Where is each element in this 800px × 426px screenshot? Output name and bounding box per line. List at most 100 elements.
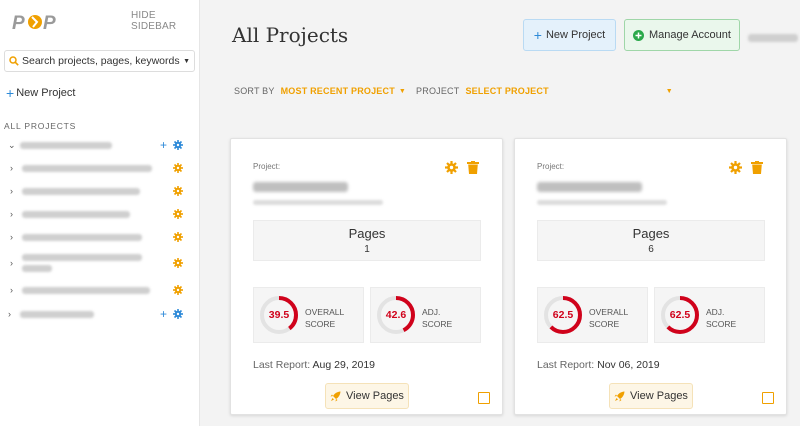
chevron-down-icon[interactable]: ⌄ xyxy=(8,140,18,151)
view-pages-button[interactable]: View Pages xyxy=(325,383,409,409)
sidebar-page-row[interactable]: › xyxy=(0,280,200,300)
chevron-right-icon[interactable]: › xyxy=(10,209,20,219)
last-report-date: Aug 29, 2019 xyxy=(312,359,376,371)
trash-icon[interactable] xyxy=(751,161,763,174)
sidebar-page-row[interactable]: › xyxy=(0,204,200,224)
redacted-page-name xyxy=(22,187,140,195)
last-report: Last Report: Nov 06, 2019 xyxy=(537,359,660,371)
sidebar-page-row[interactable]: › xyxy=(0,181,200,201)
redacted-project-url xyxy=(537,200,667,205)
project-filter-label: PROJECT xyxy=(416,86,460,96)
view-pages-label: View Pages xyxy=(346,390,404,402)
sidebar-page-row[interactable]: › xyxy=(0,250,200,276)
sidebar-project-row[interactable]: › + xyxy=(0,304,200,324)
chevron-right-icon[interactable]: › xyxy=(10,232,20,242)
gear-icon[interactable] xyxy=(729,161,742,174)
sidebar-page-row[interactable]: › xyxy=(0,158,200,178)
svg-text:P: P xyxy=(43,13,56,34)
redacted-project-name xyxy=(253,182,348,192)
trash-icon[interactable] xyxy=(467,161,479,174)
project-label: Project: xyxy=(253,162,281,171)
gear-icon[interactable] xyxy=(173,258,183,268)
redacted-page-name xyxy=(22,210,130,218)
gear-icon[interactable] xyxy=(445,161,458,174)
pages-count-box: Pages 1 xyxy=(253,220,481,261)
last-report: Last Report: Aug 29, 2019 xyxy=(253,359,376,371)
manage-account-button[interactable]: Manage Account xyxy=(624,19,740,51)
redacted-user-name[interactable] xyxy=(748,34,798,42)
redacted-project-url xyxy=(253,200,383,205)
sort-bar: SORT BY MOST RECENT PROJECT ▼ PROJECT SE… xyxy=(234,86,673,96)
last-report-date: Nov 06, 2019 xyxy=(597,359,660,371)
sort-by-select[interactable]: MOST RECENT PROJECT xyxy=(281,86,395,96)
project-label: Project: xyxy=(537,162,565,171)
new-project-label: New Project xyxy=(545,29,606,41)
sort-by-label: SORT BY xyxy=(234,86,275,96)
adj-score-box: 62.5 ADJ. SCORE xyxy=(654,287,765,343)
plus-icon: + xyxy=(533,27,542,43)
plus-icon: + xyxy=(6,85,15,101)
gear-icon[interactable] xyxy=(173,140,183,150)
overall-score-value: 62.5 xyxy=(552,309,574,321)
sidebar-page-row[interactable]: › xyxy=(0,227,200,247)
sidebar-new-project-button[interactable]: + New Project xyxy=(6,86,75,100)
chevron-right-icon[interactable]: › xyxy=(10,163,20,173)
pages-count: 1 xyxy=(364,244,370,255)
pop-logo[interactable]: P P xyxy=(12,10,60,34)
redacted-project-name xyxy=(20,310,94,318)
gear-icon[interactable] xyxy=(173,285,183,295)
select-project-checkbox[interactable] xyxy=(762,392,774,404)
gear-icon[interactable] xyxy=(173,186,183,196)
adj-score-value: 62.5 xyxy=(669,309,691,321)
manage-account-label: Manage Account xyxy=(649,29,731,41)
view-pages-label: View Pages xyxy=(630,390,688,402)
redacted-page-name xyxy=(22,233,142,241)
project-filter-caret-icon[interactable]: ▼ xyxy=(666,88,673,95)
chevron-right-icon[interactable]: › xyxy=(10,186,20,196)
redacted-page-name xyxy=(22,254,142,272)
gear-icon[interactable] xyxy=(173,309,183,319)
sidebar: P P HIDE SIDEBAR Search projects, pages,… xyxy=(0,0,200,426)
add-page-plus-icon[interactable]: + xyxy=(160,307,167,321)
sidebar-new-project-label: New Project xyxy=(16,87,76,99)
dropdown-caret-icon: ▼ xyxy=(183,57,190,65)
pages-count-box: Pages 6 xyxy=(537,220,765,261)
adj-score-label: ADJ. SCORE xyxy=(422,307,453,329)
plus-circle-icon xyxy=(633,29,645,41)
hide-sidebar-link[interactable]: HIDE SIDEBAR xyxy=(131,10,199,32)
sidebar-project-row[interactable]: ⌄ + xyxy=(0,135,200,155)
chevron-right-icon[interactable]: › xyxy=(10,258,20,268)
chevron-right-icon[interactable]: › xyxy=(10,285,20,295)
redacted-project-name xyxy=(537,182,642,192)
project-filter-select[interactable]: SELECT PROJECT xyxy=(465,86,548,96)
redacted-project-name xyxy=(20,141,112,149)
rocket-icon xyxy=(614,391,625,401)
redacted-page-name xyxy=(22,164,152,172)
overall-score-box: 39.5 OVERALL SCORE xyxy=(253,287,364,343)
gear-icon[interactable] xyxy=(173,163,183,173)
gear-icon[interactable] xyxy=(173,209,183,219)
select-project-checkbox[interactable] xyxy=(478,392,490,404)
pages-title: Pages xyxy=(632,226,670,241)
adj-score-value: 42.6 xyxy=(385,309,407,321)
sort-caret-icon[interactable]: ▼ xyxy=(399,88,406,95)
search-icon xyxy=(9,56,19,66)
overall-score-label: OVERALL SCORE xyxy=(305,307,345,329)
add-page-plus-icon[interactable]: + xyxy=(160,138,167,152)
page-title: All Projects xyxy=(232,23,349,47)
overall-score-label: OVERALL SCORE xyxy=(589,307,629,329)
project-search-select[interactable]: Search projects, pages, keywords... ▼ xyxy=(4,50,195,72)
new-project-button[interactable]: + New Project xyxy=(523,19,616,51)
redacted-page-name xyxy=(22,286,150,294)
overall-score-box: 62.5 OVERALL SCORE xyxy=(537,287,648,343)
project-card: Project: Pages 1 39.5 OVERALL SCORE 42.6 … xyxy=(230,138,503,415)
project-card: Project: Pages 6 62.5 OVERALL SCORE 62.5 … xyxy=(514,138,787,415)
adj-score-box: 42.6 ADJ. SCORE xyxy=(370,287,481,343)
overall-score-value: 39.5 xyxy=(268,309,290,321)
gear-icon[interactable] xyxy=(173,232,183,242)
view-pages-button[interactable]: View Pages xyxy=(609,383,693,409)
chevron-right-icon[interactable]: › xyxy=(8,309,18,319)
pages-title: Pages xyxy=(348,226,386,241)
adj-score-label: ADJ. SCORE xyxy=(706,307,737,329)
rocket-icon xyxy=(330,391,341,401)
